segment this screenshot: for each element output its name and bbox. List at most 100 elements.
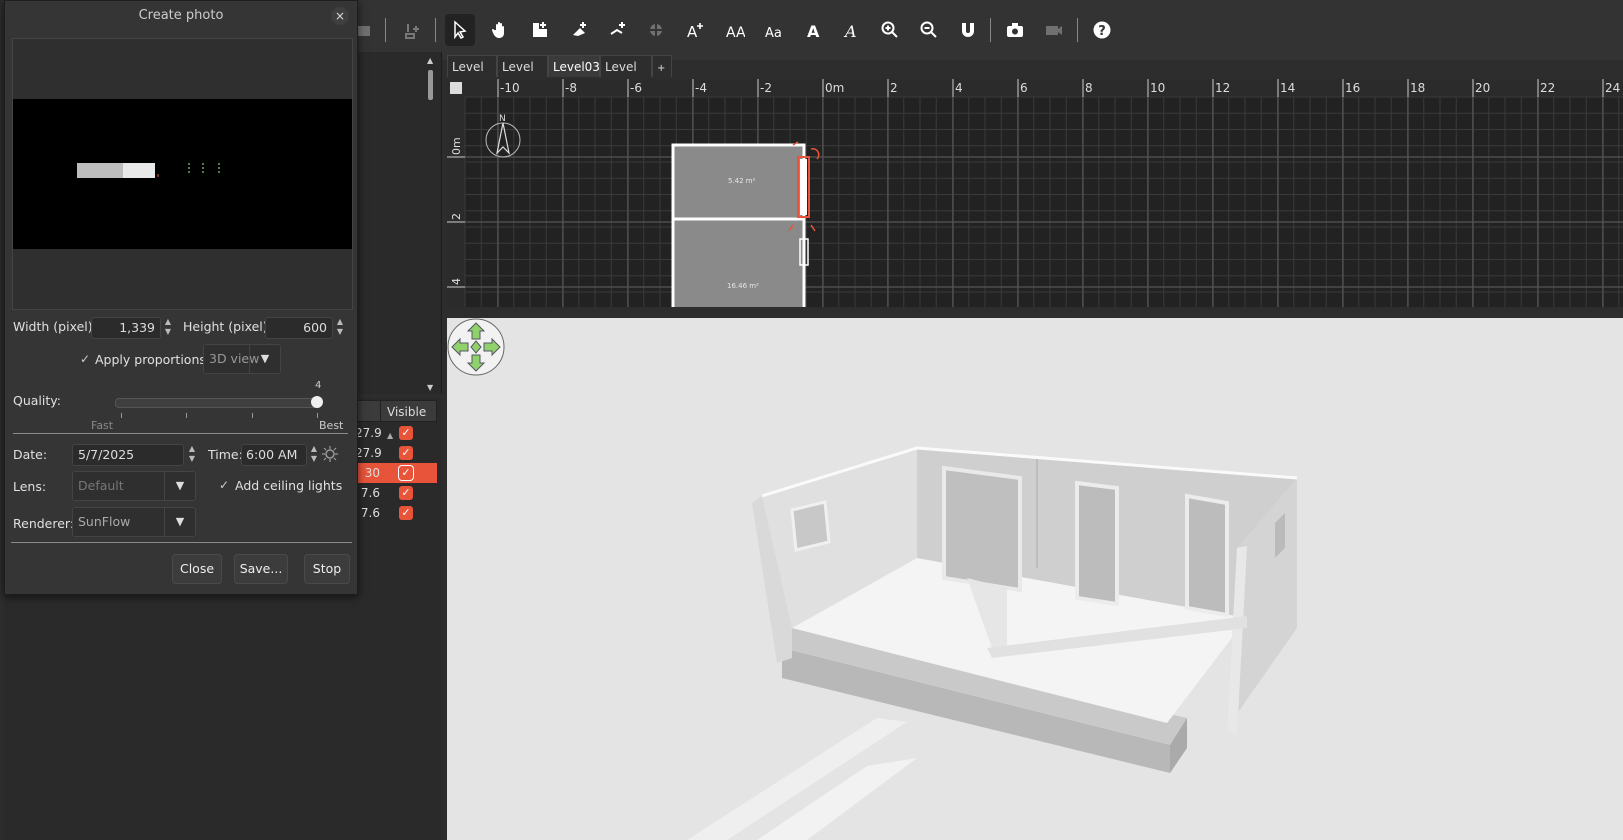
time-stepper[interactable]: ▲ ▼ bbox=[309, 444, 319, 466]
plan-shape bbox=[800, 159, 807, 215]
visible-checkbox[interactable]: ✓ bbox=[399, 466, 413, 480]
ceiling-lights-checkbox[interactable]: ✓ bbox=[217, 478, 231, 492]
ruler-x-label: 16 bbox=[1345, 81, 1360, 95]
visible-checkbox[interactable]: ✓ bbox=[399, 446, 413, 460]
tab-level-02[interactable]: Level 02 bbox=[497, 55, 548, 96]
increase-text-icon[interactable]: AA bbox=[720, 14, 750, 46]
ruler-x-label: 4 bbox=[955, 81, 963, 95]
add-level-tab[interactable]: + bbox=[652, 55, 672, 77]
furniture-table-body: 27.9 ✓ 27.9 ✓ 30 ✓ 7.6 ✓ 7.6 ✓ bbox=[355, 423, 437, 523]
time-label: Time: bbox=[208, 447, 243, 462]
height-stepper[interactable]: ▲ ▼ bbox=[335, 317, 345, 339]
quality-slider-handle[interactable] bbox=[311, 396, 323, 408]
italic-text-icon[interactable]: A bbox=[836, 14, 866, 46]
visible-column-header[interactable]: Visible ▲ bbox=[380, 400, 437, 440]
height-field[interactable]: 600 bbox=[265, 317, 333, 339]
ruler-x-label: 18 bbox=[1410, 81, 1425, 95]
ruler-x-label: 2 bbox=[890, 81, 898, 95]
time-field[interactable]: 6:00 AM bbox=[241, 444, 307, 466]
create-dimensions-icon[interactable] bbox=[641, 14, 671, 46]
close-icon[interactable]: × bbox=[331, 7, 349, 25]
bold-text-icon[interactable]: A bbox=[798, 14, 828, 46]
apply-proportions-checkbox[interactable]: ✓ bbox=[78, 352, 92, 366]
chevron-down-icon: ▼ bbox=[249, 345, 280, 373]
table-row[interactable]: 30 ✓ bbox=[355, 463, 437, 483]
ruler-y-label: 4 bbox=[450, 278, 463, 285]
create-rooms-icon[interactable] bbox=[565, 14, 595, 46]
split-divider[interactable] bbox=[447, 307, 1623, 318]
date-stepper[interactable]: ▲ ▼ bbox=[187, 444, 197, 466]
svg-text:AA: AA bbox=[726, 25, 745, 40]
select-icon[interactable] bbox=[445, 14, 475, 46]
table-row[interactable]: 27.9 ✓ bbox=[355, 423, 437, 443]
sun-icon[interactable] bbox=[322, 446, 338, 462]
lens-select[interactable]: Default ▼ bbox=[72, 471, 196, 501]
table-row[interactable]: 27.9 ✓ bbox=[355, 443, 437, 463]
zoom-in-icon[interactable] bbox=[875, 14, 905, 46]
catalog-scrollbar[interactable]: ▲ ▼ bbox=[427, 56, 435, 392]
width-label: Width (pixel): bbox=[13, 319, 97, 334]
table-row[interactable]: 7.6 ✓ bbox=[355, 483, 437, 503]
plan-shape bbox=[447, 79, 465, 307]
visible-checkbox[interactable]: ✓ bbox=[399, 426, 413, 440]
plan-view[interactable]: -10 -8 -6 -4 -2 0m 2 4 6 8 10 12 14 16 18 20 22 24 0m 2 4 N 5.… bbox=[447, 79, 1623, 307]
pan-icon[interactable] bbox=[485, 14, 515, 46]
ruler-x-label: 24 bbox=[1605, 81, 1620, 95]
ruler-x-label: -6 bbox=[630, 81, 642, 95]
create-walls-icon[interactable] bbox=[525, 14, 555, 46]
apply-proportions-label: Apply proportions: bbox=[95, 352, 211, 367]
navigation-arrows-icon[interactable] bbox=[447, 318, 506, 377]
3d-view[interactable] bbox=[447, 318, 1623, 840]
level-tabs: Level 01 Level 02 Level03 Level 01 + bbox=[447, 55, 677, 96]
width-stepper[interactable]: ▲ ▼ bbox=[163, 317, 173, 339]
plan-shape bbox=[447, 79, 1623, 97]
ruler-x-label: -2 bbox=[760, 81, 772, 95]
ruler-x-label: 10 bbox=[1150, 81, 1165, 95]
zoom-out-icon[interactable] bbox=[914, 14, 944, 46]
proportions-select[interactable]: 3D view ▼ bbox=[203, 344, 281, 374]
width-field[interactable]: 1,339 bbox=[91, 317, 161, 339]
quality-label: Quality: bbox=[13, 393, 61, 408]
room-area-label: 5.42 m² bbox=[728, 177, 756, 185]
renderer-label: Renderer: bbox=[13, 516, 75, 531]
ruler-x-label: -8 bbox=[565, 81, 577, 95]
svg-text:Aa: Aa bbox=[765, 26, 782, 40]
quality-fast-label: Fast bbox=[91, 419, 114, 432]
date-field[interactable]: 5/7/2025 bbox=[72, 444, 184, 466]
svg-text:A: A bbox=[687, 23, 698, 40]
video-icon[interactable] bbox=[1039, 14, 1069, 46]
row-value: 27.9 bbox=[355, 426, 382, 440]
photo-icon[interactable] bbox=[1000, 14, 1030, 46]
plan-shape bbox=[673, 219, 804, 307]
stop-button[interactable]: Stop bbox=[304, 554, 350, 584]
decrease-text-icon[interactable]: Aa bbox=[759, 14, 789, 46]
visible-checkbox[interactable]: ✓ bbox=[399, 486, 413, 500]
create-polylines-icon[interactable] bbox=[603, 14, 633, 46]
svg-text:A: A bbox=[843, 22, 857, 40]
close-button[interactable]: Close bbox=[172, 554, 222, 584]
visible-checkbox[interactable]: ✓ bbox=[399, 506, 413, 520]
plan-shape bbox=[485, 122, 521, 158]
row-value: 7.6 bbox=[360, 506, 380, 520]
row-value: 30 bbox=[364, 466, 380, 480]
ruler-x-label: -4 bbox=[695, 81, 707, 95]
tab-level-04[interactable]: Level 01 bbox=[600, 55, 652, 96]
tab-level-03[interactable]: Level03 bbox=[548, 55, 600, 77]
compass-icon: N bbox=[499, 114, 506, 124]
room-area-label: 16.46 m² bbox=[727, 282, 759, 290]
tab-level-01[interactable]: Level 01 bbox=[447, 55, 497, 96]
add-text-icon[interactable]: A bbox=[680, 14, 710, 46]
renderer-select[interactable]: SunFlow ▼ bbox=[72, 507, 196, 537]
lens-label: Lens: bbox=[13, 479, 47, 494]
ceiling-lights-label: Add ceiling lights bbox=[235, 478, 343, 493]
help-icon[interactable]: ? bbox=[1087, 14, 1117, 46]
add-furniture-icon[interactable] bbox=[397, 14, 427, 46]
table-row[interactable]: 7.6 ✓ bbox=[355, 503, 437, 523]
quality-slider-track[interactable] bbox=[115, 398, 322, 408]
row-value: 27.9 bbox=[355, 446, 382, 460]
create-photo-dialog: Create photo × Width (pixel): 1,339 ▲ ▼ H… bbox=[4, 0, 358, 595]
save-button[interactable]: Save... bbox=[234, 554, 288, 584]
ruler-y-label: 2 bbox=[450, 213, 463, 220]
dialog-title: Create photo bbox=[138, 8, 224, 23]
magnetism-icon[interactable] bbox=[953, 14, 983, 46]
